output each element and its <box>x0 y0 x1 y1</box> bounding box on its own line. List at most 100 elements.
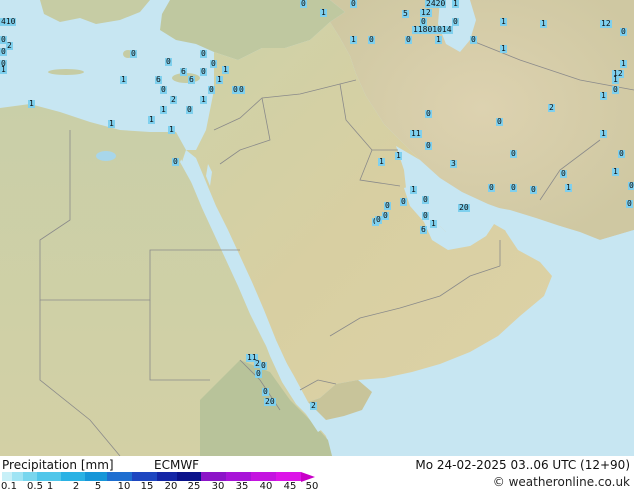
precip-value: 0 <box>400 197 407 206</box>
precip-value: 1 <box>500 44 507 53</box>
color-scale-tick: 0.5 <box>27 481 43 492</box>
precip-value: 1 <box>350 35 357 44</box>
color-scale-step <box>201 472 226 481</box>
precip-value: 2420 <box>425 0 447 8</box>
precip-value: 0 <box>375 215 382 224</box>
color-scale-tick: 50 <box>305 481 319 492</box>
precip-value: 1 <box>222 65 229 74</box>
island-crete <box>48 69 84 75</box>
precip-value: 0 <box>382 211 389 220</box>
precip-value: 0 <box>496 117 503 126</box>
precip-value: 0 <box>384 201 391 210</box>
color-scale-tick: 40 <box>259 481 273 492</box>
precip-value: 1 <box>600 91 607 100</box>
precip-value: 0 <box>612 85 619 94</box>
precip-value: 1 <box>565 183 572 192</box>
precip-value: 2 <box>6 41 13 50</box>
color-scale-step <box>85 472 107 481</box>
precip-value: 1 <box>168 125 175 134</box>
precip-value: 0 <box>452 17 459 26</box>
precip-value: 1 <box>600 129 607 138</box>
precip-value: 0 <box>186 105 193 114</box>
color-scale-step <box>61 472 85 481</box>
precip-value: 0 <box>200 67 207 76</box>
color-scale-step <box>177 472 201 481</box>
color-scale-tick: 25 <box>187 481 201 492</box>
color-scale-tick: 1 <box>46 481 54 492</box>
precip-value: 12 <box>420 8 432 17</box>
valid-time: Mo 24-02-2025 03..06 UTC (12+90) <box>415 458 630 472</box>
precip-value: 0 <box>626 199 633 208</box>
footer: Precipitation [mm] ECMWF Mo 24-02-2025 0… <box>0 456 634 492</box>
precip-value: 0 <box>405 35 412 44</box>
precip-value: 0 <box>172 157 179 166</box>
color-scale-step <box>37 472 61 481</box>
map-canvas <box>0 0 634 457</box>
precip-value: 1 <box>540 19 547 28</box>
precip-value: 1 <box>410 185 417 194</box>
precip-value: 6 <box>180 67 187 76</box>
precip-value: 0 <box>160 85 167 94</box>
precip-value: 1 <box>435 35 442 44</box>
lake-nasser <box>96 151 116 161</box>
precip-value: 0 <box>238 85 245 94</box>
precip-value: 0 <box>560 169 567 178</box>
precip-value: 1 <box>395 151 402 160</box>
color-scale-step <box>12 472 23 481</box>
precip-value: 0 <box>130 49 137 58</box>
precip-value: 1 <box>430 219 437 228</box>
weather-map: 4101512201242010010101118010140112000100… <box>0 0 634 457</box>
precip-value: 1 <box>612 167 619 176</box>
color-scale-tick: 30 <box>211 481 225 492</box>
color-scale-step <box>2 472 12 481</box>
precip-value: 1 <box>620 59 627 68</box>
precip-value: 0 <box>255 369 262 378</box>
precip-value: 0 <box>628 181 634 190</box>
precip-value: 0 <box>200 49 207 58</box>
precip-value: 11801014 <box>412 25 453 34</box>
precip-value: 0 <box>488 183 495 192</box>
precip-value: 0 <box>422 211 429 220</box>
precip-value: 1 <box>378 157 385 166</box>
color-scale-tick: 0.1 <box>1 481 17 492</box>
precip-value: 0 <box>510 149 517 158</box>
color-scale-step <box>251 472 276 481</box>
color-scale-step <box>132 472 157 481</box>
credit[interactable]: © weatheronline.co.uk <box>493 475 630 489</box>
precip-value: 20 <box>264 397 276 406</box>
precip-value: 1 <box>120 75 127 84</box>
color-scale-step <box>226 472 251 481</box>
color-scale-arrow <box>301 471 315 482</box>
precip-value: 0 <box>165 57 172 66</box>
precip-value: 0 <box>260 361 267 370</box>
precip-value: 1 <box>200 95 207 104</box>
precip-value: 1 <box>612 75 619 84</box>
precip-value: 6 <box>155 75 162 84</box>
precip-value: 0 <box>300 0 307 8</box>
color-scale-tick: 5 <box>94 481 102 492</box>
precip-value: 5 <box>402 9 409 18</box>
legend-title: Precipitation [mm] <box>2 458 114 472</box>
color-scale-tick: 35 <box>235 481 249 492</box>
precip-value: 0 <box>425 141 432 150</box>
precip-value: 410 <box>0 17 17 26</box>
precip-value: 0 <box>425 109 432 118</box>
precip-value: 1 <box>0 65 7 74</box>
precip-value: 1 <box>108 119 115 128</box>
precip-value: 20 <box>458 203 470 212</box>
precip-value: 3 <box>450 159 457 168</box>
precip-value: 1 <box>320 8 327 17</box>
precip-value: 2 <box>310 401 317 410</box>
color-scale-step <box>276 472 301 481</box>
precip-value: 0 <box>620 27 627 36</box>
color-scale <box>2 471 315 482</box>
color-scale-tick: 45 <box>283 481 297 492</box>
precip-value: 1 <box>160 105 167 114</box>
precip-value: 2 <box>548 103 555 112</box>
precip-value: 0 <box>470 35 477 44</box>
color-scale-tick: 15 <box>140 481 154 492</box>
precip-value: 0 <box>210 59 217 68</box>
precip-value: 6 <box>188 75 195 84</box>
precip-value: 1 <box>148 115 155 124</box>
model-name: ECMWF <box>154 458 200 472</box>
